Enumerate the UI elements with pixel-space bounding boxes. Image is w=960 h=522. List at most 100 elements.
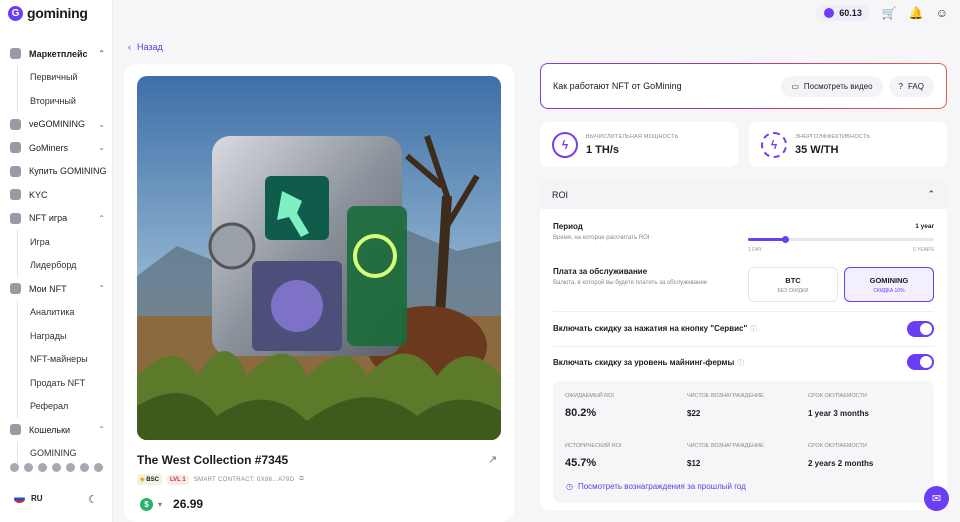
twitter-icon[interactable] bbox=[38, 463, 47, 472]
sidebar-item[interactable]: Мои NFT ⌃ bbox=[0, 277, 113, 301]
russia-flag-icon bbox=[14, 494, 25, 503]
fee-option-gomining[interactable]: GOMINING СКИДКА 10% bbox=[844, 267, 934, 302]
farm-discount-toggle[interactable] bbox=[907, 354, 934, 370]
question-icon: ? bbox=[898, 81, 903, 91]
balance-badge[interactable]: 60.13 bbox=[816, 5, 870, 21]
sidebar-item[interactable]: veGOMINING ⌄ bbox=[0, 113, 113, 137]
roi-results: ОЖИДАЕМЫЙ ROI 80.2% ЧИСТОЕ ВОЗНАГРАЖДЕНИ… bbox=[553, 381, 934, 503]
chevron-up-icon: ⌃ bbox=[98, 49, 105, 59]
help-icon[interactable] bbox=[94, 463, 103, 472]
share-icon[interactable]: ↗ bbox=[488, 453, 497, 466]
period-slider[interactable] bbox=[748, 236, 934, 243]
lightning-icon: ϟ bbox=[552, 131, 578, 158]
balance-value: 60.13 bbox=[839, 8, 862, 18]
bell-icon[interactable]: 🔔 bbox=[909, 6, 924, 20]
fee-option-btc[interactable]: BTC БЕЗ СКИДКИ bbox=[748, 267, 838, 302]
service-discount-toggle[interactable] bbox=[907, 321, 934, 337]
historical-roi: ИСТОРИЧЕСКИЙ ROI 45.7% bbox=[565, 443, 622, 469]
nav-icon bbox=[10, 142, 21, 154]
sidebar-item[interactable]: Первичный bbox=[0, 65, 113, 90]
sidebar-item[interactable]: Реферал bbox=[0, 394, 113, 419]
discord-icon[interactable] bbox=[66, 463, 75, 472]
efficiency-value: 35 W/TH bbox=[795, 143, 839, 156]
youtube-icon[interactable] bbox=[52, 463, 61, 472]
logo-text: gomining bbox=[27, 5, 88, 21]
nav-icon bbox=[10, 165, 21, 177]
contract-address[interactable]: SMART CONTRACT: 0X86...A79D bbox=[194, 477, 295, 483]
historical-net-reward: ЧИСТОЕ ВОЗНАГРАЖДЕНИЕ $12 bbox=[687, 443, 764, 468]
support-chat-button[interactable]: ✉ bbox=[924, 486, 949, 511]
faq-button[interactable]: ? FAQ bbox=[888, 75, 934, 97]
sidebar-item[interactable]: GOMINING bbox=[0, 441, 113, 466]
farm-discount-label: Включать скидку за уровень майнинг-фермы… bbox=[553, 358, 745, 367]
historical-payback: СРОК ОКУПАЕМОСТИ 2 years 2 months bbox=[808, 443, 874, 468]
instagram-icon[interactable] bbox=[80, 463, 89, 472]
sidebar-item[interactable]: GoMiners ⌄ bbox=[0, 136, 113, 160]
how-title: Как работают NFT от GoMining bbox=[553, 81, 682, 91]
telegram-icon[interactable] bbox=[24, 463, 33, 472]
sidebar-item-label: GoMiners bbox=[29, 142, 69, 153]
fee-option-sub: БЕЗ СКИДКИ bbox=[777, 287, 809, 294]
sidebar-item[interactable]: Кошельки ⌃ bbox=[0, 418, 113, 442]
gomining-coin-icon bbox=[824, 8, 835, 18]
fee-option-sub: СКИДКА 10% bbox=[873, 287, 905, 294]
nav-icon bbox=[10, 189, 21, 201]
logo[interactable]: G gomining bbox=[8, 5, 88, 21]
sidebar-item[interactable]: Лидерборд bbox=[0, 253, 113, 278]
payback-period: СРОК ОКУПАЕМОСТИ 1 year 3 months bbox=[808, 393, 869, 418]
language-selector[interactable]: RU bbox=[14, 494, 43, 503]
fee-option-name: GOMINING bbox=[869, 275, 909, 285]
sidebar-item[interactable]: Игра bbox=[0, 230, 113, 254]
slider-min: 1 DAY bbox=[748, 247, 763, 253]
divider bbox=[553, 311, 934, 312]
chevron-up-icon: ⌃ bbox=[98, 425, 105, 435]
nav-icon bbox=[10, 48, 21, 60]
social-links bbox=[10, 463, 103, 472]
divider bbox=[553, 346, 934, 347]
sidebar-item[interactable]: KYC bbox=[0, 183, 113, 207]
sidebar-item[interactable]: Маркетплейс ⌃ bbox=[0, 42, 113, 66]
sidebar-item[interactable]: Вторичный bbox=[0, 89, 113, 113]
theme-toggle-moon-icon[interactable]: ☾ bbox=[88, 493, 98, 506]
x-icon[interactable] bbox=[10, 463, 19, 472]
nft-tags: BSC LVL 1 SMART CONTRACT: 0X86...A79D ⧉ bbox=[137, 474, 304, 485]
past-rewards-link[interactable]: ◷ Посмотреть вознаграждения за прошлый г… bbox=[566, 482, 746, 491]
sidebar-item-label: Реферал bbox=[30, 401, 69, 412]
sidebar-item[interactable]: Продать NFT bbox=[0, 371, 113, 395]
back-link[interactable]: ‹ Назад bbox=[128, 42, 163, 52]
shop-bag-icon[interactable]: 🛒 bbox=[882, 6, 897, 20]
user-icon[interactable]: ☺ bbox=[936, 6, 948, 20]
sidebar-item[interactable]: Купить GOMINING bbox=[0, 160, 113, 184]
nav-icon bbox=[10, 212, 21, 224]
efficiency-card: ϟ ЭНЕРГОЭФФЕКТИВНОСТЬ 35 W/TH bbox=[749, 122, 947, 167]
sidebar-item-label: Маркетплейс bbox=[29, 48, 88, 59]
info-icon: ⓘ bbox=[737, 360, 745, 367]
past-rewards-label: Посмотреть вознаграждения за прошлый год bbox=[577, 482, 746, 491]
slider-handle[interactable] bbox=[782, 236, 790, 243]
sidebar-item[interactable]: Награды bbox=[0, 324, 113, 348]
chevron-down-icon: ⌄ bbox=[98, 119, 105, 129]
sidebar-item-label: Купить GOMINING bbox=[29, 166, 107, 177]
dollar-coin-icon: $ bbox=[140, 497, 153, 511]
roi-header[interactable]: ROI ⌃ bbox=[540, 180, 947, 209]
sidebar-item[interactable]: NFT-майнеры bbox=[0, 347, 113, 372]
period-label: Период bbox=[553, 222, 583, 231]
sidebar-item-label: Вторичный bbox=[30, 95, 76, 106]
fee-option-name: BTC bbox=[785, 275, 801, 285]
faq-label: FAQ bbox=[907, 81, 924, 91]
copy-icon[interactable]: ⧉ bbox=[299, 476, 303, 483]
sidebar-item[interactable]: NFT игра ⌃ bbox=[0, 207, 113, 231]
sidebar-item-label: Лидерборд bbox=[30, 260, 77, 271]
sidebar-item[interactable]: Аналитика bbox=[0, 300, 113, 325]
currency-dropdown-chevron-icon[interactable]: ▾ bbox=[158, 500, 162, 509]
how-nft-works-banner: Как работают NFT от GoMining ▭ Посмотрет… bbox=[540, 63, 947, 109]
slider-range: 1 DAY 5 YEARS bbox=[748, 247, 934, 253]
watch-video-button[interactable]: ▭ Посмотреть видео bbox=[781, 75, 883, 97]
price-value: 26.99 bbox=[173, 497, 204, 511]
sidebar-item-label: NFT-майнеры bbox=[30, 354, 88, 365]
price-row: $ ▾ 26.99 bbox=[140, 497, 203, 511]
efficiency-label: ЭНЕРГОЭФФЕКТИВНОСТЬ bbox=[795, 133, 871, 140]
gomining-logo-icon: G bbox=[8, 5, 23, 21]
watch-video-label: Посмотреть видео bbox=[803, 81, 873, 91]
sidebar-item-label: NFT игра bbox=[29, 213, 68, 224]
